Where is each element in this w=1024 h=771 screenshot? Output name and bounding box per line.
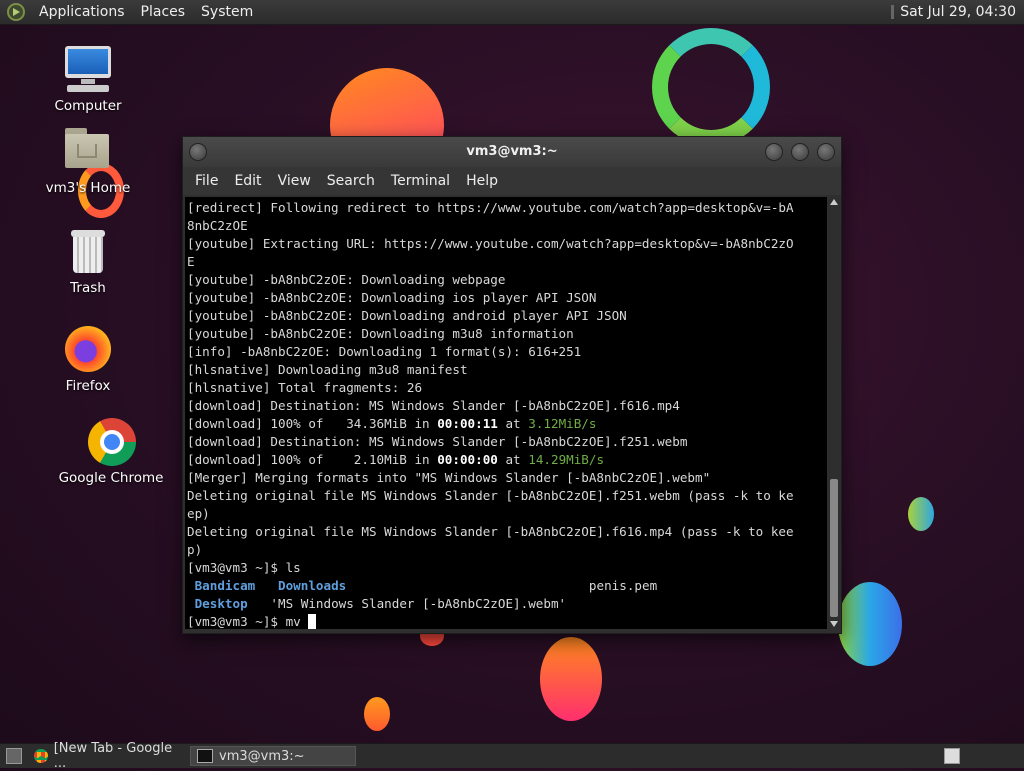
dl-speed: 14.29MiB/s (528, 452, 605, 467)
workspace-switcher[interactable] (944, 748, 960, 764)
menu-applications[interactable]: Applications (31, 4, 133, 20)
dl-mid: at (497, 452, 529, 467)
taskbar-item-chrome[interactable]: [New Tab - Google ... (28, 741, 190, 771)
terminal-line: [info] -bA8nbC2zOE: Downloading 1 format… (187, 344, 582, 359)
terminal-line: Deleting original file MS Windows Slande… (187, 524, 794, 539)
dl-mid: at (497, 416, 529, 431)
desktop-icon-firefox[interactable]: Firefox (33, 326, 143, 394)
terminal-line: Deleting original file MS Windows Slande… (187, 488, 794, 503)
wallpaper-blue-oval (908, 497, 934, 531)
terminal-line: [youtube] -bA8nbC2zOE: Downloading ios p… (187, 290, 597, 305)
terminal-line: [hlsnative] Downloading m3u8 manifest (187, 362, 468, 377)
distro-logo-icon[interactable] (7, 3, 25, 21)
ls-dir: Bandicam (194, 578, 256, 593)
terminal-line: [youtube] -bA8nbC2zOE: Downloading m3u8 … (187, 326, 574, 341)
prompt: [vm3@vm3 ~]$ mv (187, 614, 309, 629)
menu-file[interactable]: File (187, 173, 226, 189)
terminal-window[interactable]: vm3@vm3:~ File Edit View Search Terminal… (182, 136, 842, 634)
desktop-icon-label: Trash (70, 280, 106, 296)
show-desktop-icon[interactable] (6, 748, 22, 764)
ls-dir: Downloads (278, 578, 347, 593)
wallpaper-bottom-oval (540, 637, 602, 721)
computer-icon (63, 46, 113, 94)
terminal-line: [youtube] Extracting URL: https://www.yo… (187, 236, 794, 251)
desktop-icon-chrome[interactable]: Google Chrome (56, 418, 166, 486)
terminal-menubar: File Edit View Search Terminal Help (183, 167, 841, 195)
ls-file: 'MS Windows Slander [-bA8nbC2zOE].webm' (270, 596, 567, 611)
bottom-taskbar: [New Tab - Google ... vm3@vm3:~ (0, 741, 1024, 771)
terminal-line: [vm3@vm3 ~]$ ls (187, 560, 301, 575)
clock[interactable]: Sat Jul 29, 04:30 (900, 4, 1016, 20)
terminal-line: p) (187, 542, 203, 557)
desktop-icon-label: vm3's Home (45, 180, 131, 196)
taskbar-item-terminal[interactable]: vm3@vm3:~ (190, 746, 356, 766)
terminal-line: [download] Destination: MS Windows Sland… (187, 398, 680, 413)
maximize-button[interactable] (791, 143, 809, 161)
desktop-icon-label: Google Chrome (58, 470, 164, 486)
menu-view[interactable]: View (270, 173, 319, 189)
ls-output-row-1: Bandicam Downloads penis.pem (187, 577, 827, 595)
terminal-scrollbar[interactable] (828, 197, 840, 629)
terminal-prompt-line[interactable]: [vm3@vm3 ~]$ mv (187, 613, 827, 629)
text-cursor (308, 614, 317, 629)
chrome-icon (34, 749, 48, 763)
terminal-line: [Merger] Merging formats into "MS Window… (187, 470, 711, 485)
dl-speed: 3.12MiB/s (528, 416, 597, 431)
menu-help[interactable]: Help (458, 173, 506, 189)
menu-search[interactable]: Search (319, 173, 383, 189)
scrollbar-thumb[interactable] (830, 479, 838, 617)
trash-icon (63, 228, 113, 276)
panel-separator (891, 5, 895, 19)
terminal-line: E (187, 254, 195, 269)
menu-places[interactable]: Places (133, 4, 194, 20)
firefox-icon (63, 326, 113, 374)
desktop-icon-label: Computer (54, 98, 122, 114)
wallpaper-ring (652, 28, 770, 146)
terminal-line: [youtube] -bA8nbC2zOE: Downloading webpa… (187, 272, 506, 287)
terminal-line-download1: [download] 100% of 34.36MiB in 00:00:11 … (187, 415, 827, 433)
close-button[interactable] (817, 143, 835, 161)
terminal-icon (197, 749, 213, 763)
terminal-line: ep) (187, 506, 210, 521)
terminal-line: [redirect] Following redirect to https:/… (187, 200, 794, 215)
desktop-icon-computer[interactable]: Computer (33, 46, 143, 114)
menu-terminal[interactable]: Terminal (383, 173, 458, 189)
home-folder-icon (63, 128, 113, 172)
wallpaper-big-oval (838, 582, 902, 666)
scroll-down-arrow-icon[interactable] (830, 621, 838, 627)
terminal-line: [youtube] -bA8nbC2zOE: Downloading andro… (187, 308, 627, 323)
terminal-output[interactable]: [redirect] Following redirect to https:/… (185, 197, 827, 629)
chrome-icon (86, 418, 136, 466)
terminal-line: 8nbC2zOE (187, 218, 248, 233)
top-panel: Applications Places System Sat Jul 29, 0… (0, 0, 1024, 25)
desktop-icon-trash[interactable]: Trash (33, 228, 143, 296)
menu-system[interactable]: System (193, 4, 261, 20)
wallpaper-small-oval (364, 697, 390, 731)
scroll-up-arrow-icon[interactable] (830, 199, 838, 205)
desktop-icon-home[interactable]: vm3's Home (33, 128, 143, 196)
desktop-icon-label: Firefox (65, 378, 111, 394)
taskbar-item-label: vm3@vm3:~ (219, 748, 305, 764)
terminal-titlebar[interactable]: vm3@vm3:~ (183, 137, 841, 167)
ls-output-row-2: Desktop 'MS Windows Slander [-bA8nbC2zOE… (187, 595, 827, 613)
ls-dir: Desktop (194, 596, 248, 611)
terminal-line: [hlsnative] Total fragments: 26 (187, 380, 423, 395)
taskbar-item-label: [New Tab - Google ... (53, 741, 173, 771)
menu-edit[interactable]: Edit (226, 173, 269, 189)
dl-time: 00:00:00 (437, 452, 498, 467)
window-title: vm3@vm3:~ (466, 144, 558, 159)
terminal-line-download2: [download] 100% of 2.10MiB in 00:00:00 a… (187, 451, 827, 469)
terminal-line: [download] Destination: MS Windows Sland… (187, 434, 688, 449)
dl-prefix: [download] 100% of 2.10MiB in (187, 452, 438, 467)
ls-file: penis.pem (588, 578, 658, 593)
minimize-button[interactable] (765, 143, 783, 161)
dl-time: 00:00:11 (437, 416, 498, 431)
dl-prefix: [download] 100% of 34.36MiB in (187, 416, 438, 431)
